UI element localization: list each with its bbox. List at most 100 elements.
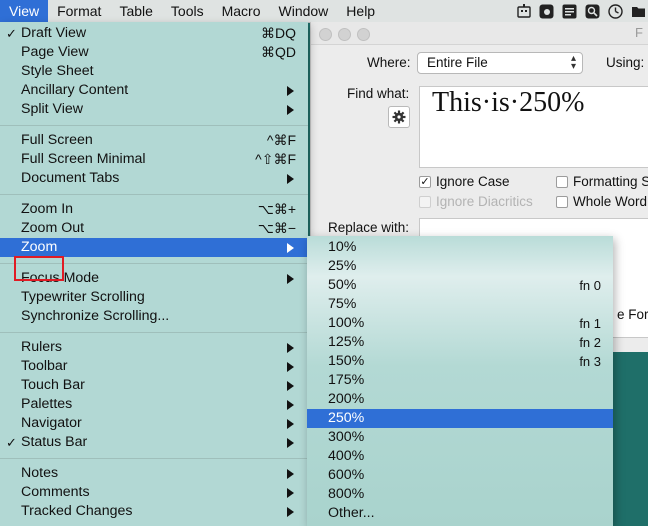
submenu-arrow-icon (287, 400, 294, 410)
find-what-text: This·is·250% (432, 87, 585, 118)
menu-item-page-view[interactable]: Page View ⌘QD (0, 43, 308, 62)
ignore-case-label: Ignore Case (436, 174, 510, 189)
view-menu: ✓ Draft View ⌘DQ Page View ⌘QD Style She… (0, 22, 308, 526)
menu-item-style-sheet[interactable]: Style Sheet (0, 62, 308, 81)
formatting-checkbox[interactable]: Formatting S (556, 174, 648, 189)
using-label: Using: (606, 55, 645, 70)
zoom-item-150[interactable]: 150% fn 3 (307, 352, 613, 371)
search-icon[interactable] (585, 4, 600, 19)
menu-item-zoom[interactable]: Zoom (0, 238, 308, 257)
submenu-arrow-icon (287, 343, 294, 353)
menu-separator (0, 125, 308, 126)
where-select[interactable]: Entire File ▴ ▾ (417, 52, 583, 74)
menu-bar-items: View Format Table Tools Macro Window Hel… (0, 0, 384, 22)
menu-window[interactable]: Window (270, 0, 338, 22)
menu-macro[interactable]: Macro (213, 0, 270, 22)
zoom-item-other[interactable]: Other... (307, 504, 613, 523)
shortcut: ^⇧⌘F (255, 151, 296, 167)
zoom-item-10[interactable]: 10% (307, 238, 613, 257)
menu-tools[interactable]: Tools (162, 0, 213, 22)
menu-separator (0, 263, 308, 264)
menu-item-palettes[interactable]: Palettes (0, 395, 308, 414)
shortcut: ^⌘F (266, 132, 296, 148)
menu-item-navigator[interactable]: Navigator (0, 414, 308, 433)
zoom-item-800[interactable]: 800% (307, 485, 613, 504)
updown-arrows-icon: ▴ ▾ (570, 53, 576, 72)
find-options-button[interactable] (388, 106, 410, 128)
menu-item-typewriter-scrolling[interactable]: Typewriter Scrolling (0, 288, 308, 307)
whole-word-checkbox[interactable]: Whole Word (556, 194, 647, 209)
menu-item-rulers[interactable]: Rulers (0, 338, 308, 357)
menu-item-toolbar[interactable]: Toolbar (0, 357, 308, 376)
submenu-arrow-icon (287, 469, 294, 479)
checkmark-icon: ✓ (6, 435, 17, 450)
document-icon[interactable] (562, 4, 577, 19)
menu-item-focus-mode[interactable]: Focus Mode (0, 269, 308, 288)
shortcut: fn 1 (579, 316, 601, 331)
menu-view[interactable]: View (0, 0, 49, 22)
formatting-label: Formatting S (573, 174, 648, 189)
menu-bar: View Format Table Tools Macro Window Hel… (0, 0, 648, 23)
zoom-item-75[interactable]: 75% (307, 295, 613, 314)
gear-icon (392, 110, 406, 124)
checkbox-icon (419, 195, 431, 208)
zoom-item-125[interactable]: 125% fn 2 (307, 333, 613, 352)
menu-item-touch-bar[interactable]: Touch Bar (0, 376, 308, 395)
robot-icon[interactable] (516, 3, 531, 19)
menu-item-full-screen-minimal[interactable]: Full Screen Minimal ^⇧⌘F (0, 150, 308, 169)
zoom-item-25[interactable]: 25% (307, 257, 613, 276)
evernote-icon[interactable] (539, 4, 554, 19)
ignore-case-checkbox[interactable]: ✓ Ignore Case (419, 174, 510, 189)
clock-icon[interactable] (608, 3, 623, 19)
submenu-arrow-icon (287, 105, 294, 115)
menu-item-split-view[interactable]: Split View (0, 100, 308, 119)
submenu-arrow-icon (287, 243, 294, 253)
minimize-window-button[interactable] (338, 28, 351, 41)
zoom-item-200[interactable]: 200% (307, 390, 613, 409)
zoom-window-button[interactable] (357, 28, 370, 41)
shortcut: fn 3 (579, 354, 601, 369)
zoom-item-600[interactable]: 600% (307, 466, 613, 485)
close-window-button[interactable] (319, 28, 332, 41)
submenu-arrow-icon (287, 488, 294, 498)
menu-format[interactable]: Format (48, 0, 110, 22)
menu-item-document-tabs[interactable]: Document Tabs (0, 169, 308, 188)
menu-item-draft-view[interactable]: ✓ Draft View ⌘DQ (0, 24, 308, 43)
zoom-submenu: 10% 25% 50% fn 0 75% 100% fn 1 125% fn 2 15… (307, 236, 613, 526)
menu-item-zoom-out[interactable]: Zoom Out ⌥⌘− (0, 219, 308, 238)
menu-separator (0, 332, 308, 333)
zoom-item-50[interactable]: 50% fn 0 (307, 276, 613, 295)
zoom-item-100[interactable]: 100% fn 1 (307, 314, 613, 333)
menu-item-synchronize-scrolling[interactable]: Synchronize Scrolling... (0, 307, 308, 326)
shortcut: ⌥⌘+ (257, 201, 296, 217)
checkbox-checked-icon: ✓ (419, 175, 431, 188)
menu-item-full-screen[interactable]: Full Screen ^⌘F (0, 131, 308, 150)
menu-table[interactable]: Table (110, 0, 161, 22)
where-label: Where: (367, 55, 411, 70)
find-what-input[interactable]: This·is·250% (419, 86, 648, 168)
shortcut: fn 0 (579, 278, 601, 293)
zoom-item-300[interactable]: 300% (307, 428, 613, 447)
zoom-item-400[interactable]: 400% (307, 447, 613, 466)
menu-item-tracked-changes[interactable]: Tracked Changes (0, 502, 308, 521)
replace-with-label: Replace with: (328, 220, 410, 235)
ignore-diacritics-checkbox: Ignore Diacritics (419, 194, 533, 209)
menu-separator (0, 194, 308, 195)
where-value: Entire File (427, 55, 488, 70)
window-title: F (635, 25, 643, 40)
zoom-item-175[interactable]: 175% (307, 371, 613, 390)
menu-help[interactable]: Help (337, 0, 384, 22)
menu-item-status-bar[interactable]: ✓ Status Bar (0, 433, 308, 452)
menu-item-notes[interactable]: Notes (0, 464, 308, 483)
menu-item-ancillary-content[interactable]: Ancillary Content (0, 81, 308, 100)
folder-icon[interactable] (631, 4, 646, 19)
shortcut: ⌘QD (261, 44, 296, 60)
status-icons (516, 0, 648, 22)
checkbox-icon (556, 175, 568, 188)
shortcut: ⌥⌘− (257, 220, 296, 236)
menu-item-zoom-in[interactable]: Zoom In ⌥⌘+ (0, 200, 308, 219)
submenu-arrow-icon (287, 507, 294, 517)
menu-item-comments[interactable]: Comments (0, 483, 308, 502)
zoom-item-250[interactable]: 250% (307, 409, 613, 428)
ignore-diacritics-label: Ignore Diacritics (436, 194, 533, 209)
